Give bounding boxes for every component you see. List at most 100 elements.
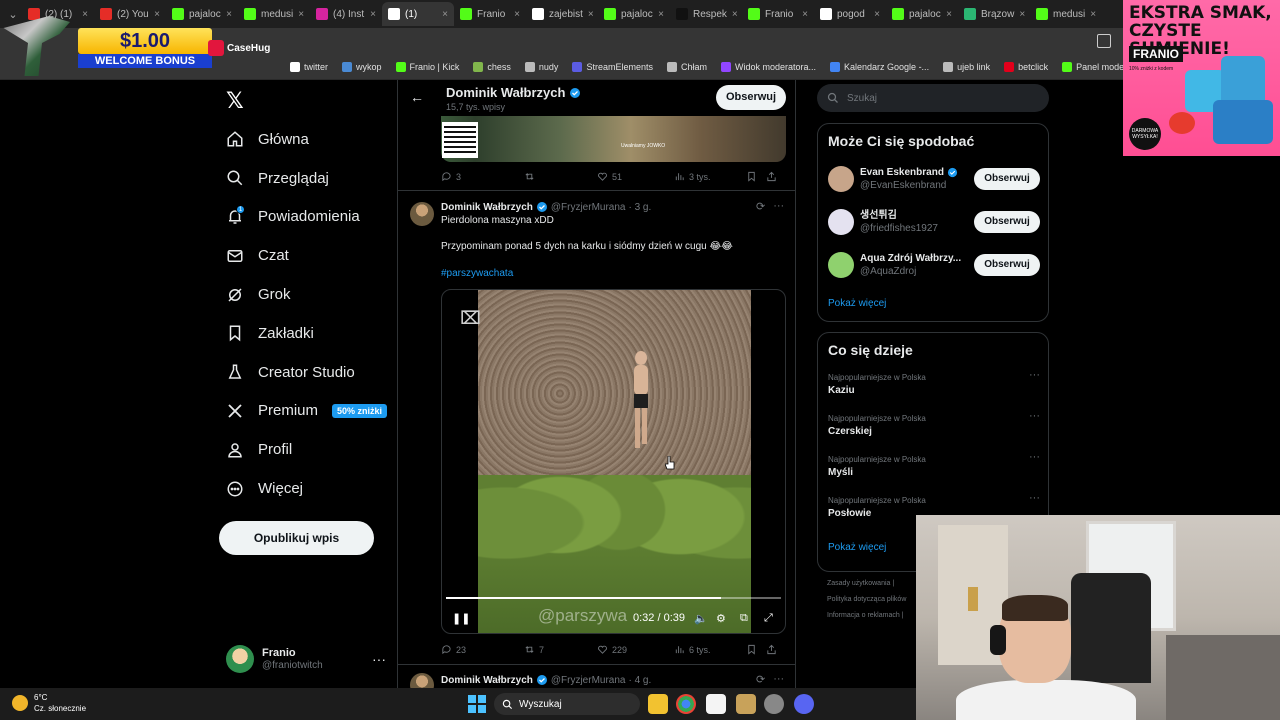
pause-icon[interactable]: ❚❚ bbox=[452, 612, 470, 625]
back-arrow-icon[interactable]: ← bbox=[410, 89, 424, 105]
grok-icon[interactable]: ⟳ bbox=[756, 673, 765, 686]
close-tab-icon[interactable]: × bbox=[658, 9, 664, 20]
hashtag-link[interactable]: #parszywachata bbox=[441, 268, 513, 279]
tweet-author-handle[interactable]: @FryzjerMurana bbox=[551, 202, 626, 213]
tweet-author-handle[interactable]: @FryzjerMurana bbox=[551, 675, 626, 686]
suggested-account[interactable]: Aqua Zdrój Wałbrzy... @AquaZdroj Obserwuj bbox=[828, 247, 1040, 283]
browser-tab[interactable]: zajebist × bbox=[526, 2, 598, 26]
repost-button[interactable] bbox=[524, 171, 597, 182]
more-options-icon[interactable]: ··· bbox=[372, 651, 386, 667]
bookmark-item[interactable]: wykop bbox=[342, 61, 382, 72]
bookmark-item[interactable]: Kalendarz Google -... bbox=[830, 61, 929, 72]
follow-button[interactable]: Obserwuj bbox=[974, 254, 1040, 276]
nav-chat[interactable]: Czat bbox=[222, 236, 392, 275]
bookmark-item[interactable]: nudy bbox=[524, 61, 558, 72]
browser-tab[interactable]: (1) × bbox=[382, 2, 454, 26]
close-tab-icon[interactable]: × bbox=[298, 9, 304, 20]
browser-tab[interactable]: pogod × bbox=[814, 2, 886, 26]
post-button[interactable]: Opublikuj wpis bbox=[219, 521, 374, 555]
volume-icon[interactable]: 🔈 bbox=[694, 612, 708, 625]
search-input[interactable]: Szukaj bbox=[817, 84, 1049, 112]
nav-grok[interactable]: Grok bbox=[222, 275, 392, 314]
trend-item[interactable]: Najpopularniejsze w Polska Czerskiej ··· bbox=[828, 410, 1040, 437]
footer-link[interactable]: Zasady użytkowania | bbox=[827, 580, 894, 587]
browser-tab[interactable]: pajaloc × bbox=[886, 2, 958, 26]
reply-button[interactable]: 3 bbox=[441, 171, 524, 182]
repost-button[interactable]: 7 bbox=[524, 644, 597, 655]
share-button[interactable] bbox=[766, 171, 777, 182]
windows-start-icon[interactable] bbox=[468, 695, 486, 713]
bookmark-item[interactable]: betclick bbox=[1004, 61, 1048, 72]
browser-tab[interactable]: Franio × bbox=[454, 2, 526, 26]
show-more-link[interactable]: Pokaż więcej bbox=[828, 542, 886, 553]
tweet-author-name[interactable]: Dominik Wałbrzych bbox=[441, 202, 533, 213]
tweet-author-name[interactable]: Dominik Wałbrzych bbox=[441, 675, 533, 686]
browser-tab[interactable]: Franio × bbox=[742, 2, 814, 26]
settings-gear-icon[interactable] bbox=[764, 694, 784, 714]
weather-widget[interactable]: 6°C Cz. słonecznie bbox=[12, 692, 86, 714]
more-options-icon[interactable]: ··· bbox=[1029, 369, 1040, 381]
grok-icon[interactable]: ⟳ bbox=[756, 200, 765, 213]
bookmark-item[interactable]: ujeb link bbox=[943, 61, 990, 72]
nav-bookmarks[interactable]: Zakładki bbox=[222, 314, 392, 353]
close-tab-icon[interactable]: × bbox=[874, 9, 880, 20]
more-options-icon[interactable]: ··· bbox=[1029, 451, 1040, 463]
close-tab-icon[interactable]: × bbox=[514, 9, 520, 20]
bookmark-item[interactable]: twitter bbox=[290, 61, 328, 72]
nav-home[interactable]: Główna bbox=[222, 120, 392, 159]
bookmark-item[interactable]: Chłam bbox=[666, 61, 707, 72]
avatar[interactable] bbox=[410, 673, 434, 688]
nav-premium[interactable]: Premium 50% zniżki bbox=[222, 392, 392, 431]
close-tab-icon[interactable]: × bbox=[802, 9, 808, 20]
settings-gear-icon[interactable]: ⚙ bbox=[716, 612, 726, 625]
close-tab-icon[interactable]: × bbox=[1019, 9, 1025, 20]
follow-button[interactable]: Obserwuj bbox=[974, 168, 1040, 190]
more-options-icon[interactable]: ··· bbox=[1029, 410, 1040, 422]
views-button[interactable]: 6 tys. bbox=[674, 644, 746, 655]
more-options-icon[interactable]: ··· bbox=[773, 200, 784, 213]
browser-tab[interactable]: pajaloc × bbox=[598, 2, 670, 26]
bookmark-button[interactable] bbox=[746, 171, 766, 182]
fullscreen-icon[interactable]: ⤢ bbox=[764, 612, 773, 625]
nav-notifications[interactable]: Powiadomienia bbox=[222, 198, 392, 237]
close-tab-icon[interactable]: × bbox=[370, 9, 376, 20]
nav-explore[interactable]: Przeglądaj bbox=[222, 159, 392, 198]
views-button[interactable]: 3 tys. bbox=[674, 171, 746, 182]
taskbar-search[interactable]: Wyszukaj bbox=[494, 693, 640, 715]
close-tab-icon[interactable]: × bbox=[588, 9, 594, 20]
more-options-icon[interactable]: ··· bbox=[773, 673, 784, 686]
like-button[interactable]: 229 bbox=[597, 644, 674, 655]
chrome-icon[interactable] bbox=[676, 694, 696, 714]
footer-link[interactable]: Informacja o reklamach | bbox=[827, 612, 904, 619]
close-tab-icon[interactable]: × bbox=[442, 9, 448, 20]
trend-item[interactable]: Najpopularniejsze w Polska Kaziu ··· bbox=[828, 369, 1040, 396]
show-more-link[interactable]: Pokaż więcej bbox=[828, 298, 886, 309]
app-icon[interactable] bbox=[706, 694, 726, 714]
suggested-account[interactable]: 생선튀김 @friedfishes1927 Obserwuj bbox=[828, 204, 1040, 240]
browser-tab[interactable]: Respek × bbox=[670, 2, 742, 26]
account-switcher[interactable]: Franio @franiotwitch ··· bbox=[226, 641, 386, 677]
discord-icon[interactable] bbox=[794, 694, 814, 714]
footer-link[interactable]: Polityka dotycząca plików bbox=[827, 596, 906, 603]
nav-creator-studio[interactable]: Creator Studio bbox=[222, 353, 392, 392]
previous-tweet-media[interactable] bbox=[441, 116, 786, 162]
follow-button[interactable]: Obserwuj bbox=[974, 211, 1040, 233]
bookmark-item[interactable]: chess bbox=[473, 61, 511, 72]
video-player[interactable]: ⌧ @parszywa ❚❚ 0:32 / 0:39 🔈 ⚙ ⧉ ⤢ bbox=[441, 289, 786, 634]
franio-ad-banner[interactable]: EKSTRA SMAK, CZYSTE SUMIENIE! FRANIO 10%… bbox=[1123, 0, 1280, 156]
browser-tab[interactable]: Brązow × bbox=[958, 2, 1030, 26]
browser-tab[interactable]: medusi × bbox=[1030, 2, 1102, 26]
x-logo-icon[interactable]: 𝕏 bbox=[226, 88, 244, 114]
bookmark-item[interactable]: StreamElements bbox=[572, 61, 653, 72]
close-tab-icon[interactable]: × bbox=[1090, 9, 1096, 20]
video-progress-bar[interactable] bbox=[446, 597, 781, 599]
nav-more[interactable]: Więcej bbox=[222, 469, 392, 508]
close-tab-icon[interactable]: × bbox=[732, 9, 738, 20]
extensions-icon[interactable] bbox=[1097, 34, 1111, 48]
nav-profile[interactable]: Profil bbox=[222, 430, 392, 469]
bookmark-item[interactable]: Franio | Kick bbox=[395, 61, 459, 72]
app-icon[interactable] bbox=[736, 694, 756, 714]
bookmark-button[interactable] bbox=[746, 644, 766, 655]
bookmark-item[interactable]: Widok moderatora... bbox=[720, 61, 816, 72]
tweet-time[interactable]: · 3 g. bbox=[628, 202, 651, 213]
